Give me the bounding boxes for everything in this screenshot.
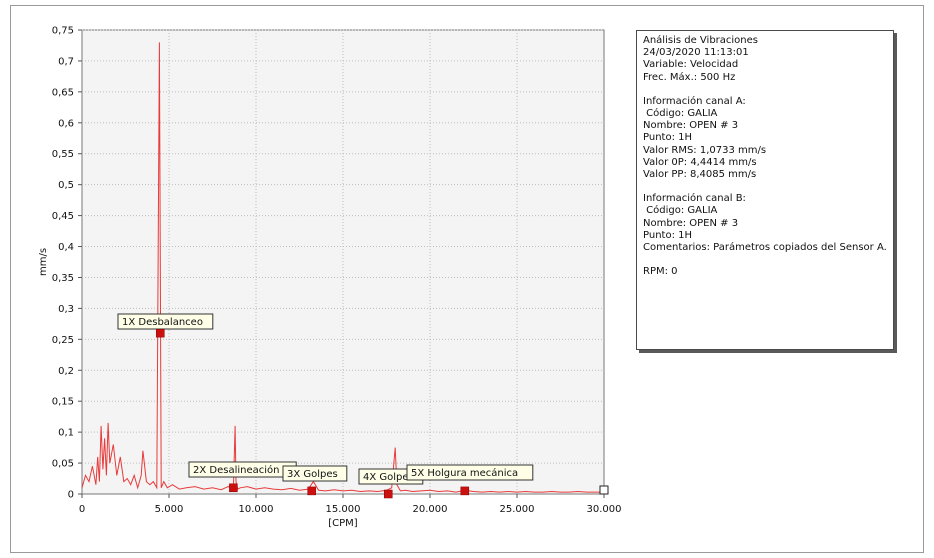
info-line: Nombre: OPEN # 3 xyxy=(643,120,739,132)
y-tick-label: 0,15 xyxy=(52,397,74,408)
y-tick-label: 0,05 xyxy=(52,459,74,470)
info-line: Variable: Velocidad xyxy=(643,59,739,71)
info-line: Valor RMS: 1,0733 mm/s xyxy=(643,144,767,156)
annotation-marker xyxy=(307,486,316,496)
y-tick-label: 0,1 xyxy=(58,428,74,439)
x-tick-label: 10.000 xyxy=(239,504,274,515)
info-line: Nombre: OPEN # 3 xyxy=(643,217,739,229)
y-tick-label: 0,75 xyxy=(52,26,74,37)
cursor-handle[interactable] xyxy=(599,485,609,495)
info-line: Comentarios: Parámetros copiados del Sen… xyxy=(643,242,887,254)
info-line: Frec. Máx.: 500 Hz xyxy=(643,71,736,83)
y-tick-label: 0,35 xyxy=(52,273,74,284)
y-tick-label: 0,55 xyxy=(52,149,74,160)
y-tick-label: 0,4 xyxy=(58,242,74,253)
x-axis-ticks: 0 5.000 10.000 15.000 20.000 25.000 30.000 xyxy=(79,494,622,515)
y-tick-label: 0,6 xyxy=(58,118,74,129)
info-line: Código: GALIA xyxy=(643,205,718,217)
info-line: Punto: 1H xyxy=(643,132,692,144)
y-tick-label: 0,25 xyxy=(52,335,74,346)
annotation-label: 3X Golpes xyxy=(287,469,338,480)
x-tick-label: 30.000 xyxy=(587,504,622,515)
info-line: Punto: 1H xyxy=(643,229,692,241)
y-tick-label: 0,7 xyxy=(58,56,74,67)
x-axis-title: [CPM] xyxy=(328,518,358,529)
info-line: 24/03/2020 11:13:01 xyxy=(643,47,749,59)
annotation-marker xyxy=(460,486,470,496)
x-tick-label: 5.000 xyxy=(155,504,184,515)
annotation-marker xyxy=(156,328,165,338)
info-line: Código: GALIA xyxy=(643,108,718,120)
annotation-marker xyxy=(229,483,238,493)
info-line: Análisis de Vibraciones xyxy=(643,35,758,46)
info-line: Información canal B: xyxy=(643,193,746,205)
y-tick-label: 0,2 xyxy=(58,366,74,377)
x-tick-label: 15.000 xyxy=(326,504,361,515)
y-tick-label: 0,3 xyxy=(58,304,74,315)
info-line: Información canal A: xyxy=(643,95,746,107)
annotation-label: 2X Desalineación xyxy=(193,464,280,476)
x-tick-label: 20.000 xyxy=(413,504,448,515)
y-axis-ticks: 0 0,05 0,1 0,15 0,2 0,25 0,3 0,35 0,4 0,45 0,5 0,55… xyxy=(52,26,82,501)
y-tick-label: 0,45 xyxy=(52,211,74,222)
y-axis-title: mm/s xyxy=(38,248,49,276)
x-tick-label: 0 xyxy=(79,504,85,515)
y-tick-label: 0,65 xyxy=(52,87,74,98)
info-line: Valor PP: 8,4085 mm/s xyxy=(643,169,757,181)
info-panel: Análisis de Vibraciones 24/03/2020 11:13:… xyxy=(636,30,894,350)
y-tick-label: 0 xyxy=(68,490,74,501)
x-tick-label: 25.000 xyxy=(500,504,535,515)
annotation-label: 5X Holgura mecánica xyxy=(411,467,518,479)
info-line: Valor 0P: 4,4414 mm/s xyxy=(643,156,757,168)
annotation-marker xyxy=(383,489,393,499)
annotation-label: 1X Desbalanceo xyxy=(122,317,203,328)
info-line: RPM: 0 xyxy=(643,266,678,278)
annotation-label: 4X Golpes xyxy=(363,472,414,483)
y-tick-label: 0,5 xyxy=(58,180,74,191)
